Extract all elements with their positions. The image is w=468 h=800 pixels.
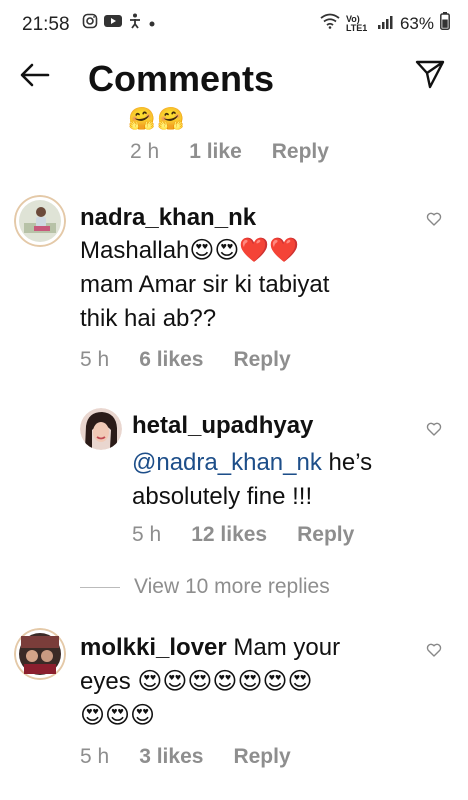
wifi-icon bbox=[320, 13, 340, 34]
battery-icon bbox=[440, 12, 450, 35]
like-heart-button[interactable] bbox=[426, 421, 446, 441]
view-more-replies-label: View 10 more replies bbox=[134, 575, 330, 598]
comment-username[interactable]: hetal_upadhyay bbox=[132, 412, 313, 440]
reply-button[interactable]: Reply bbox=[233, 745, 290, 769]
status-time: 21:58 bbox=[22, 14, 70, 35]
previous-comment-emojis: 🤗🤗 bbox=[128, 106, 187, 131]
comment-text: @nadra_khan_nk he’s absolutely fine !!! bbox=[132, 446, 372, 514]
comment-text-line: @nadra_khan_nk he’s bbox=[132, 446, 372, 480]
comment-text-line: absolutely fine !!! bbox=[132, 483, 313, 510]
comment-text: Mashallah😍😍❤️❤️ mam Amar sir ki tabiyat … bbox=[80, 234, 329, 336]
page-title: Comments bbox=[88, 58, 275, 99]
instagram-icon bbox=[82, 13, 98, 34]
reply-button[interactable]: Reply bbox=[272, 140, 329, 164]
comment-meta: 5 h 3 likes Reply bbox=[80, 745, 291, 769]
signal-icon bbox=[377, 14, 394, 34]
comment-meta: 5 h 6 likes Reply bbox=[80, 348, 291, 372]
comment-meta: 5 h 12 likes Reply bbox=[132, 523, 354, 547]
heart-outline-icon bbox=[426, 212, 442, 231]
avatar[interactable] bbox=[14, 195, 66, 247]
youtube-icon bbox=[104, 14, 122, 33]
avatar[interactable] bbox=[80, 408, 122, 450]
comment-time: 2 h bbox=[130, 140, 160, 163]
network-label: Vo) LTE1 bbox=[345, 13, 368, 33]
send-icon bbox=[414, 60, 446, 94]
comments-header: Comments bbox=[0, 48, 468, 118]
notification-icons bbox=[82, 13, 156, 34]
comment-time: 5 h bbox=[132, 523, 162, 546]
comment-text-line: molkki_lover Mam your bbox=[80, 631, 420, 665]
status-bar: 21:58 Vo) LTE1 63% bbox=[0, 0, 468, 48]
comment-username[interactable]: molkki_lover bbox=[80, 634, 227, 661]
accessibility-icon bbox=[128, 13, 142, 34]
share-button[interactable] bbox=[414, 58, 446, 90]
comment-text-line: mam Amar sir ki tabiyat bbox=[80, 271, 330, 298]
comment-text-fragment: he’s bbox=[321, 449, 373, 476]
back-arrow-icon bbox=[18, 63, 52, 96]
like-heart-button[interactable] bbox=[426, 211, 446, 231]
likes-count[interactable]: 1 like bbox=[189, 140, 242, 164]
dot-icon bbox=[148, 15, 156, 33]
likes-count[interactable]: 12 likes bbox=[191, 523, 267, 547]
comment-time: 5 h bbox=[80, 745, 110, 768]
view-more-replies-button[interactable]: View 10 more replies bbox=[80, 575, 330, 599]
mention-link[interactable]: @nadra_khan_nk bbox=[132, 449, 322, 476]
reply-button[interactable]: Reply bbox=[233, 348, 290, 372]
back-button[interactable] bbox=[18, 58, 52, 92]
comment-text-line: Mashallah😍😍❤️❤️ bbox=[80, 237, 300, 264]
likes-count[interactable]: 3 likes bbox=[139, 745, 203, 769]
heart-outline-icon bbox=[426, 643, 442, 662]
avatar[interactable] bbox=[14, 628, 66, 680]
comment-text-fragment: Mam your bbox=[233, 634, 341, 661]
comment-text-line: eyes 😍😍😍😍😍😍😍 bbox=[80, 668, 313, 695]
battery-level: 63% bbox=[399, 13, 434, 33]
comment-text: molkki_lover Mam your eyes 😍😍😍😍😍😍😍 😍😍😍 bbox=[80, 631, 420, 733]
previous-comment-meta: 2 h 1 like Reply bbox=[130, 140, 329, 164]
comment-time: 5 h bbox=[80, 348, 110, 371]
likes-count[interactable]: 6 likes bbox=[139, 348, 203, 372]
heart-outline-icon bbox=[426, 422, 442, 441]
comment-text-line: 😍😍😍 bbox=[80, 702, 156, 729]
like-heart-button[interactable] bbox=[426, 642, 446, 662]
system-icons: Vo) LTE1 63% bbox=[320, 12, 450, 35]
divider-line bbox=[80, 586, 120, 588]
comment-text-line: thik hai ab?? bbox=[80, 305, 217, 332]
reply-button[interactable]: Reply bbox=[297, 523, 354, 547]
comment-username[interactable]: nadra_khan_nk bbox=[80, 204, 256, 232]
